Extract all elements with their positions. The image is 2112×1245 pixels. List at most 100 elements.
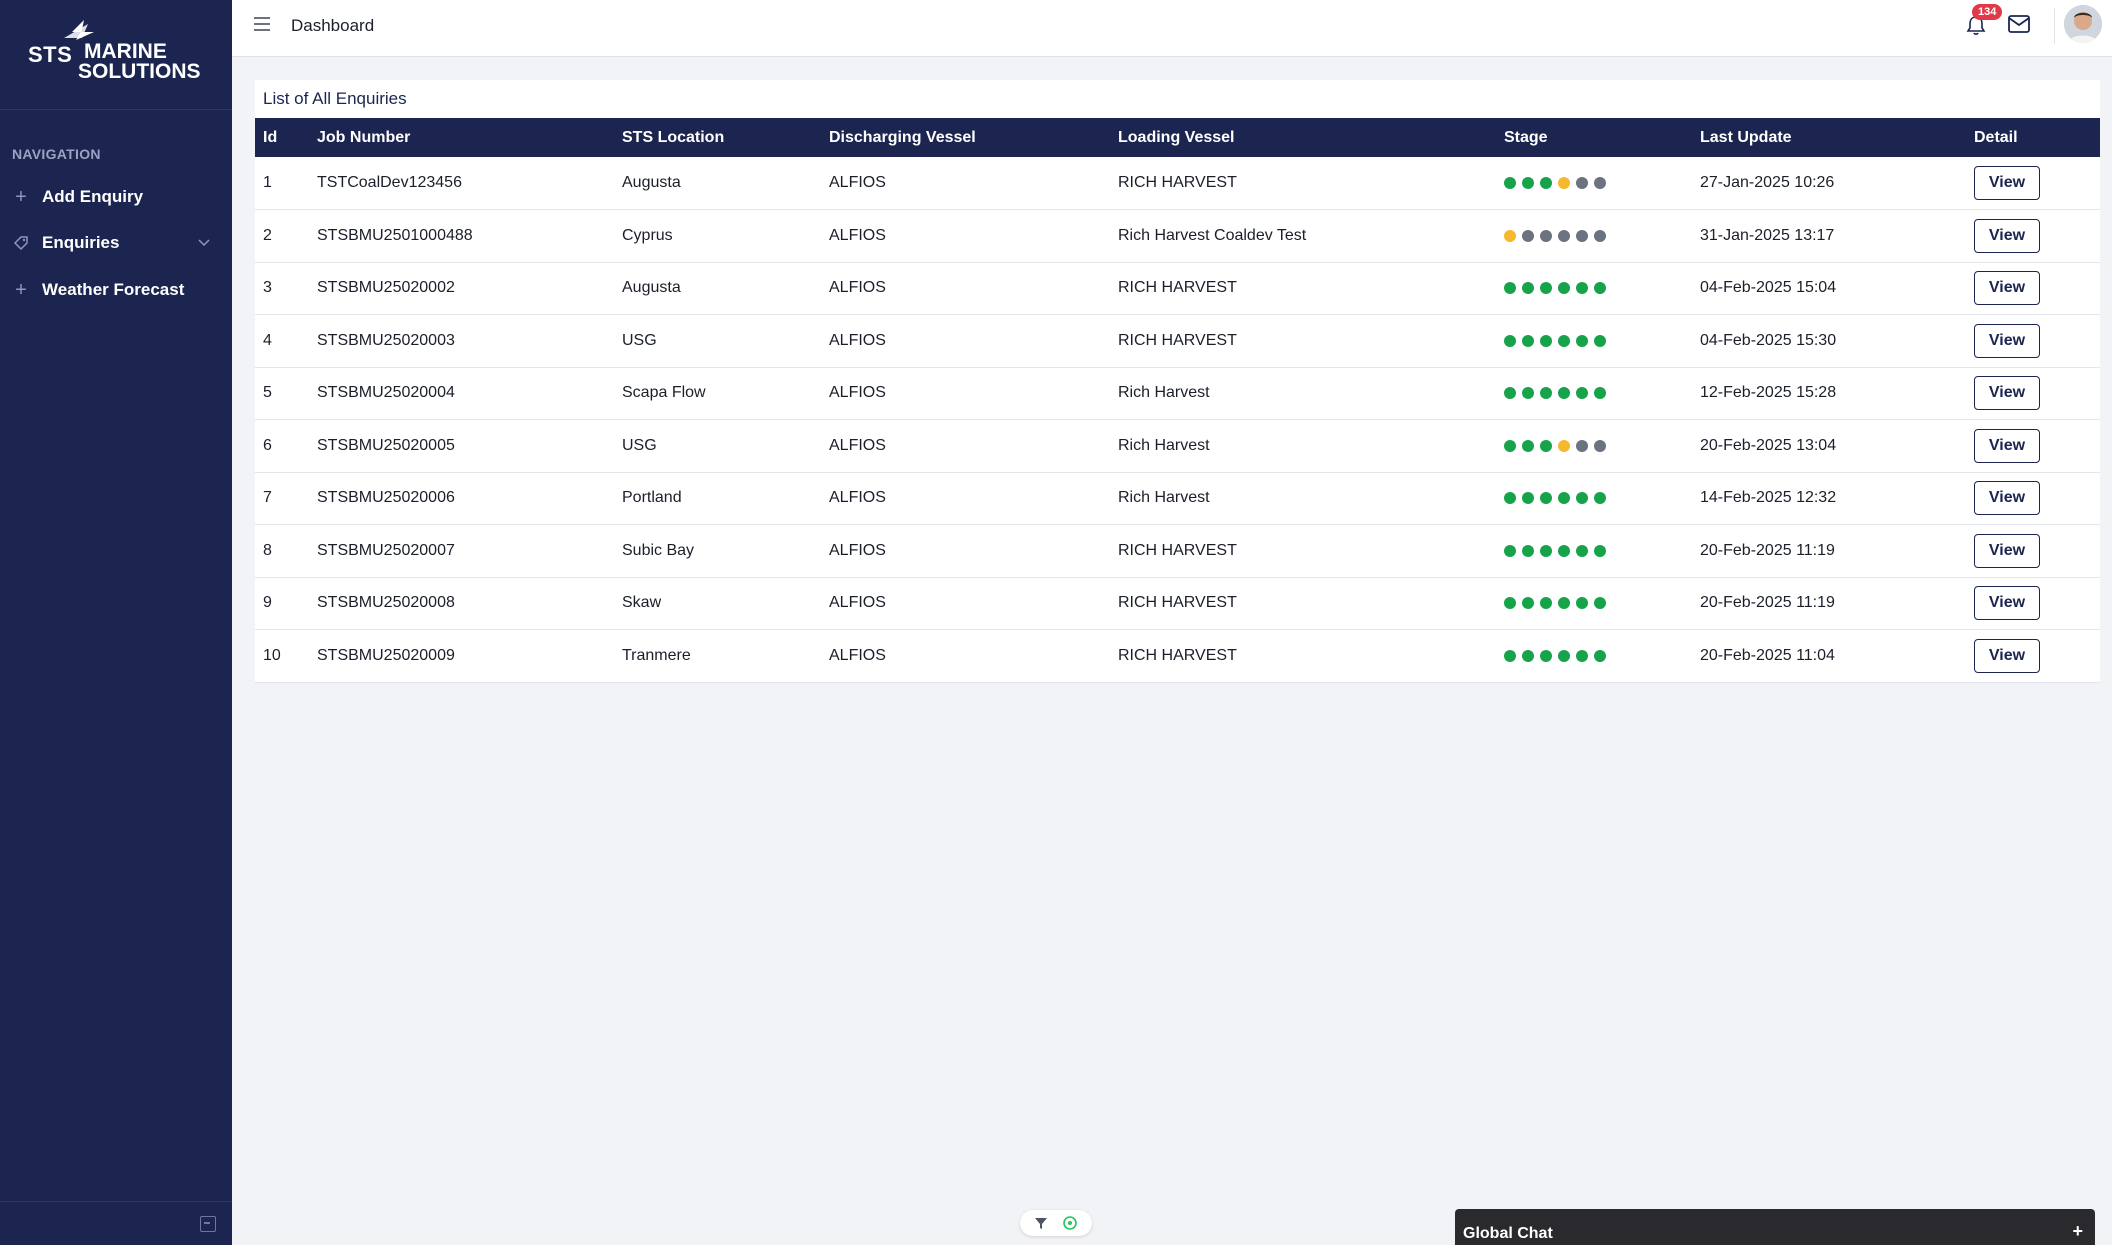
view-button[interactable]: View (1974, 481, 2040, 516)
view-button[interactable]: View (1974, 376, 2040, 411)
stage-dot-done (1594, 282, 1606, 295)
cell-job-number: STSBMU25020007 (317, 541, 455, 559)
column-header-id: Id (263, 128, 278, 146)
stage-dot-done (1522, 177, 1534, 189)
cell-job-number: STSBMU25020005 (317, 436, 455, 454)
stage-dot-done (1522, 334, 1534, 347)
cell-loading-vessel: Rich Harvest (1118, 436, 1210, 454)
stage-dot-pending (1576, 439, 1588, 452)
view-button[interactable]: View (1974, 166, 2040, 200)
stage-dot-done (1540, 282, 1552, 295)
stage-progress (1504, 492, 1692, 505)
sidebar-item-weather-forecast[interactable]: + Weather Forecast (0, 270, 232, 310)
cell-last-update: 04-Feb-2025 15:04 (1700, 279, 1837, 297)
cell-loading-vessel: RICH HARVEST (1118, 279, 1237, 297)
cell-stage (1496, 367, 1692, 420)
cell-last-update: 20-Feb-2025 13:04 (1700, 436, 1837, 454)
cell-job-number: STSBMU25020006 (317, 489, 455, 507)
cell-loading-vessel: Rich Harvest (1118, 384, 1210, 402)
cell-detail: View (1966, 315, 2100, 368)
cell-loading-vessel: RICH HARVEST (1118, 541, 1237, 559)
logo-text-solutions: SOLUTIONS (78, 60, 201, 83)
plus-icon: + (15, 185, 27, 208)
cell-id: 7 (263, 489, 272, 507)
cell-discharging-vessel: ALFIOS (829, 174, 886, 191)
tag-icon (12, 234, 30, 252)
cell-stage (1496, 525, 1692, 578)
stage-dot-current (1504, 229, 1516, 242)
target-icon[interactable] (1062, 1215, 1078, 1231)
global-chat-panel[interactable]: Global Chat + (1455, 1209, 2095, 1245)
table-row: 9 STSBMU25020008 Skaw ALFIOS RICH HARVEST 20-… (255, 577, 2100, 630)
sidebar-item-add-enquiry[interactable]: + Add Enquiry (0, 177, 232, 217)
cell-loading-vessel: RICH HARVEST (1118, 646, 1237, 664)
view-button[interactable]: View (1974, 218, 2040, 253)
sidebar-item-label: Weather Forecast (42, 280, 185, 299)
stage-dot-pending (1576, 229, 1588, 242)
stage-dot-pending (1522, 229, 1534, 242)
stage-dot-done (1540, 544, 1552, 557)
logo-text-marine-solutions: MARINE SOLUTIONS (78, 41, 201, 82)
stage-dot-done (1504, 282, 1516, 295)
chevron-down-icon (198, 236, 210, 250)
stage-dot-done (1540, 439, 1552, 452)
cell-sts-location: Augusta (622, 174, 681, 191)
cell-sts-location: Tranmere (622, 646, 691, 664)
cell-sts-location: USG (622, 331, 657, 349)
cell-last-update: 12-Feb-2025 15:28 (1700, 384, 1837, 402)
stage-progress (1504, 387, 1692, 400)
table-row: 2 STSBMU2501000488 Cyprus ALFIOS Rich Harves… (255, 210, 2100, 262)
stage-progress (1504, 177, 1692, 189)
column-header-stage: Stage (1504, 128, 1548, 146)
collapse-sidebar-icon[interactable] (200, 1216, 216, 1232)
stage-dot-done (1540, 492, 1552, 505)
mail-icon[interactable] (2008, 15, 2030, 33)
cell-stage (1496, 262, 1692, 315)
stage-dot-pending (1576, 177, 1588, 189)
stage-dot-current (1558, 439, 1570, 452)
cell-loading-vessel: RICH HARVEST (1118, 594, 1237, 612)
logo-text-sts: STS (28, 42, 73, 67)
table-row: 7 STSBMU25020006 Portland ALFIOS Rich Harves… (255, 472, 2100, 525)
stage-dot-done (1576, 649, 1588, 662)
view-button[interactable]: View (1974, 638, 2040, 673)
topbar-divider (2054, 8, 2055, 44)
cell-job-number: STSBMU25020002 (317, 279, 455, 297)
cell-stage (1496, 577, 1692, 630)
cell-sts-location: Scapa Flow (622, 384, 706, 402)
view-button[interactable]: View (1974, 533, 2040, 568)
cell-sts-location: Skaw (622, 594, 662, 612)
stage-dot-done (1594, 649, 1606, 662)
avatar[interactable] (2064, 5, 2102, 43)
table-header-row: Id Job Number STS Location Discharging V… (255, 118, 2100, 157)
expand-chat-icon[interactable]: + (2072, 1221, 2083, 1242)
cell-last-update: 04-Feb-2025 15:30 (1700, 331, 1837, 349)
sidebar-item-label: Add Enquiry (42, 187, 144, 206)
table-row: 5 STSBMU25020004 Scapa Flow ALFIOS Rich Harv… (255, 367, 2100, 420)
stage-dot-done (1594, 334, 1606, 347)
view-button[interactable]: View (1974, 428, 2040, 463)
menu-toggle-icon[interactable] (254, 17, 270, 31)
stage-dot-done (1522, 282, 1534, 295)
table-row: 6 STSBMU25020005 USG ALFIOS Rich Harvest 20-F… (255, 420, 2100, 472)
view-button[interactable]: View (1974, 586, 2040, 621)
view-button[interactable]: View (1974, 323, 2040, 358)
cell-detail: View (1966, 630, 2100, 683)
cell-loading-vessel: RICH HARVEST (1118, 174, 1237, 191)
notification-count-badge: 134 (1972, 4, 2003, 20)
stage-dot-done (1594, 597, 1606, 610)
stage-progress (1504, 649, 1692, 662)
enquiries-card: List of All Enquiries Id Job Number STS … (255, 80, 2100, 683)
stage-dot-done (1504, 334, 1516, 347)
view-button[interactable]: View (1974, 271, 2040, 306)
nav-heading: NAVIGATION (12, 146, 101, 162)
brand-logo[interactable]: STS MARINE SOLUTIONS (0, 0, 232, 110)
column-header-last-update: Last Update (1700, 128, 1792, 146)
column-header-discharging-vessel: Discharging Vessel (829, 128, 976, 146)
stage-progress (1504, 439, 1692, 452)
stage-dot-done (1576, 544, 1588, 557)
stage-dot-done (1540, 387, 1552, 400)
sidebar-item-enquiries[interactable]: Enquiries (0, 223, 232, 263)
stage-dot-done (1576, 282, 1588, 295)
filter-icon[interactable] (1034, 1216, 1048, 1230)
